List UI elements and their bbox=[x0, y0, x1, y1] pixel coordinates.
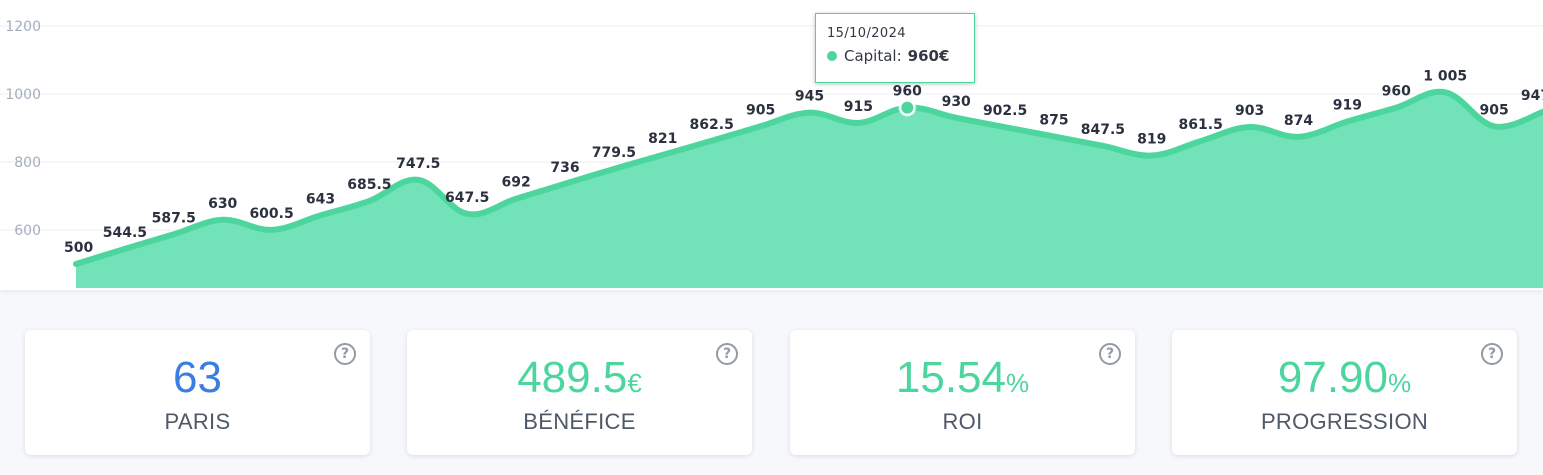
data-label: 779.5 bbox=[592, 145, 636, 161]
tooltip-series-dot bbox=[827, 51, 837, 61]
data-label: 847.5 bbox=[1081, 122, 1125, 138]
stat-unit: % bbox=[1387, 368, 1412, 398]
stat-card-paris: ? 63 PARIS bbox=[25, 330, 370, 455]
data-label: 903 bbox=[1235, 103, 1264, 119]
stat-value: 97.90% bbox=[1172, 354, 1517, 407]
stat-label: ROI bbox=[942, 409, 983, 434]
stat-value: 15.54% bbox=[790, 354, 1135, 407]
stat-label: BÉNÉFICE bbox=[523, 409, 636, 434]
stat-card-roi: ? 15.54% ROI bbox=[790, 330, 1135, 455]
data-label: 919 bbox=[1333, 98, 1362, 114]
y-tick-label: 600 bbox=[14, 223, 41, 239]
stat-card-progression: ? 97.90% PROGRESSION bbox=[1172, 330, 1517, 455]
data-label: 600.5 bbox=[249, 206, 293, 222]
hover-point bbox=[899, 99, 916, 116]
data-label: 960 bbox=[1382, 84, 1411, 100]
stat-label: PROGRESSION bbox=[1260, 409, 1429, 434]
stat-unit: % bbox=[1005, 368, 1030, 398]
data-label: 692 bbox=[501, 175, 530, 191]
data-label: 862.5 bbox=[690, 117, 734, 133]
data-label: 747.5 bbox=[396, 156, 440, 172]
data-label: 947.5 bbox=[1521, 88, 1543, 104]
stat-number: 63 bbox=[173, 353, 222, 402]
stat-number: 15.54 bbox=[895, 353, 1006, 402]
data-label: 960 bbox=[893, 84, 922, 100]
data-label: 587.5 bbox=[152, 210, 196, 226]
stat-number: 489.5 bbox=[517, 353, 628, 402]
capital-area-chart: 600 800 1000 1200 500 544.5 587.5 630 600.5 643 68… bbox=[0, 19, 1543, 289]
data-label: 736 bbox=[550, 160, 579, 176]
stat-card-benefice: ? 489.5€ BÉNÉFICE bbox=[407, 330, 752, 455]
data-label: 630 bbox=[208, 196, 237, 212]
series-area bbox=[76, 91, 1543, 289]
data-label: 874 bbox=[1284, 113, 1313, 129]
capital-chart-panel: 600 800 1000 1200 500 544.5 587.5 630 600.5 643 68… bbox=[0, 0, 1543, 290]
tooltip-row: Capital: 960€ bbox=[827, 47, 974, 65]
data-label: 821 bbox=[648, 131, 677, 147]
y-tick-label: 1000 bbox=[5, 87, 41, 103]
data-label: 875 bbox=[1039, 113, 1068, 129]
stat-unit: € bbox=[627, 368, 642, 398]
data-label: 1 005 bbox=[1423, 68, 1467, 84]
data-label: 685.5 bbox=[347, 177, 391, 193]
data-label: 902.5 bbox=[983, 103, 1027, 119]
y-tick-label: 1200 bbox=[5, 19, 41, 35]
data-label: 905 bbox=[746, 102, 775, 118]
stat-number: 97.90 bbox=[1277, 353, 1388, 402]
data-label: 945 bbox=[795, 89, 824, 105]
data-label: 915 bbox=[844, 99, 873, 115]
data-label: 500 bbox=[64, 240, 93, 256]
stat-label: PARIS bbox=[164, 409, 231, 434]
y-tick-label: 800 bbox=[14, 155, 41, 171]
chart-tooltip: 15/10/2024 Capital: 960€ bbox=[815, 13, 975, 83]
data-label: 861.5 bbox=[1179, 117, 1223, 133]
stat-value: 489.5€ bbox=[407, 354, 752, 407]
data-label: 905 bbox=[1479, 102, 1508, 118]
tooltip-series-label: Capital: bbox=[844, 47, 902, 65]
stat-value: 63 bbox=[25, 354, 370, 407]
data-label: 647.5 bbox=[445, 190, 489, 206]
tooltip-value: 960€ bbox=[907, 47, 950, 65]
tooltip-date: 15/10/2024 bbox=[827, 26, 906, 41]
data-label: 819 bbox=[1137, 132, 1166, 148]
data-label: 643 bbox=[306, 191, 335, 207]
data-label: 544.5 bbox=[103, 225, 147, 241]
data-label: 930 bbox=[942, 94, 971, 110]
